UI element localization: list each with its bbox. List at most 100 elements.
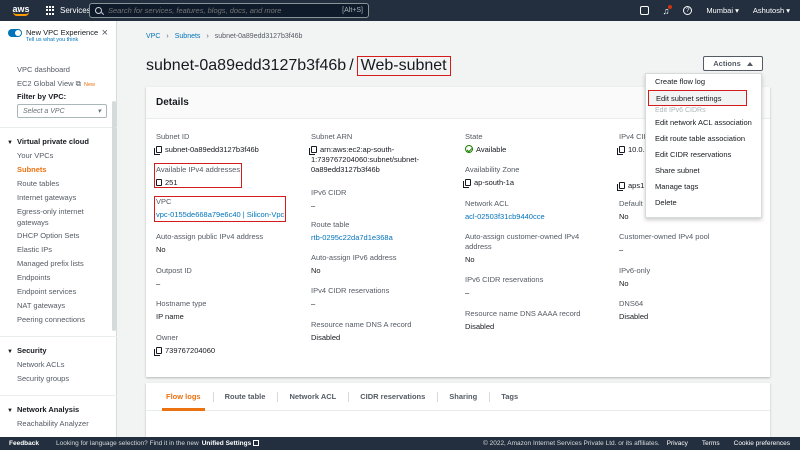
- field-value: Disabled: [311, 333, 341, 342]
- section-security[interactable]: ▼ Security: [0, 344, 117, 358]
- field-label: Resource name DNS A record: [311, 320, 412, 329]
- sidebar-item-nat-gateways[interactable]: NAT gateways: [0, 299, 117, 313]
- tab-route-table[interactable]: Route table: [212, 383, 278, 410]
- field-value: –: [619, 245, 624, 254]
- page-title-subnet-name: Web-subnet: [356, 56, 451, 76]
- breadcrumb-vpc[interactable]: VPC: [146, 33, 160, 40]
- sidebar-nav: VPC dashboard EC2 Global View ⧉ New Filte…: [0, 63, 117, 431]
- section-virtual-private-cloud[interactable]: ▼ Virtual private cloud: [0, 135, 117, 149]
- menu-item-edit-route-table-association[interactable]: Edit route table association: [646, 131, 761, 147]
- search-input[interactable]: [108, 6, 343, 15]
- copy-icon[interactable]: [154, 347, 162, 356]
- copy-icon[interactable]: [463, 179, 471, 188]
- sidebar-item-security-groups[interactable]: Security groups: [0, 372, 117, 386]
- menu-item-manage-tags[interactable]: Manage tags: [646, 179, 761, 195]
- close-icon[interactable]: ×: [102, 28, 108, 39]
- field-label: Customer-owned IPv4 pool: [619, 232, 710, 241]
- field-value: –: [311, 299, 316, 308]
- caret-down-icon: ▼: [7, 140, 13, 146]
- new-vpc-experience-toggle[interactable]: [8, 29, 22, 37]
- tab-network-acl[interactable]: Network ACL: [277, 383, 348, 410]
- copy-icon[interactable]: [617, 182, 625, 191]
- field-dns-aaaa-record: Resource name DNS AAAA record Disabled: [465, 309, 580, 332]
- vpc-experience-feedback-link[interactable]: Tell us what you think: [26, 37, 102, 43]
- network-acl-link[interactable]: acl-02503f31cb9440cce: [465, 212, 545, 222]
- vpc-filter-select[interactable]: Select a VPC ▾: [17, 104, 107, 118]
- help-icon[interactable]: ?: [683, 6, 693, 15]
- actions-button[interactable]: Actions: [703, 56, 763, 71]
- privacy-link[interactable]: Privacy: [667, 440, 688, 447]
- field-value: No: [619, 279, 629, 288]
- menu-item-edit-subnet-settings[interactable]: Edit subnet settings: [648, 90, 747, 106]
- field-owner: Owner 739767204060: [154, 333, 215, 356]
- field-value: No: [156, 245, 166, 254]
- breadcrumb-subnets[interactable]: Subnets: [175, 33, 201, 40]
- field-network-acl: Network ACL acl-02503f31cb9440cce: [465, 199, 545, 222]
- footer-links: Privacy Terms Cookie preferences: [667, 440, 790, 447]
- grid-icon: [46, 6, 55, 15]
- tab-tags[interactable]: Tags: [489, 383, 530, 410]
- sidebar-item-network-acls[interactable]: Network ACLs: [0, 358, 117, 372]
- search-box[interactable]: [Alt+S]: [89, 3, 369, 18]
- field-ipv4-cidr-reservations: IPv4 CIDR reservations –: [311, 286, 389, 309]
- sidebar-item-internet-gateways[interactable]: Internet gateways: [0, 191, 117, 205]
- sidebar-item-subnets[interactable]: Subnets: [0, 163, 117, 177]
- cloudshell-icon[interactable]: [639, 6, 649, 15]
- copyright-text: © 2022, Amazon Internet Services Private…: [483, 440, 660, 447]
- copy-icon[interactable]: [154, 146, 162, 155]
- region-selector[interactable]: Mumbai ▾: [706, 6, 739, 15]
- caret-up-icon: [746, 61, 753, 66]
- field-label: Network ACL: [465, 199, 509, 208]
- sidebar-item-elastic-ips[interactable]: Elastic IPs: [0, 243, 117, 257]
- tab-flow-logs[interactable]: Flow logs: [154, 383, 213, 411]
- tab-sharing[interactable]: Sharing: [437, 383, 489, 410]
- sidebar-item-reachability-analyzer[interactable]: Reachability Analyzer: [0, 417, 117, 431]
- route-table-link[interactable]: rtb-0295c22da7d1e368a: [311, 233, 393, 243]
- sidebar-item-dhcp-option-sets[interactable]: DHCP Option Sets: [0, 229, 117, 243]
- field-value: ap-south-1a: [463, 178, 519, 188]
- chevron-down-icon: ▾: [97, 108, 101, 115]
- notifications-icon[interactable]: ♫: [663, 4, 673, 16]
- field-value: aps1: [617, 181, 644, 191]
- sidebar-scrollbar[interactable]: [112, 101, 116, 331]
- sidebar-item-endpoints[interactable]: Endpoints: [0, 271, 117, 285]
- tab-cidr-reservations[interactable]: CIDR reservations: [348, 383, 437, 410]
- account-menu[interactable]: Ashutosh ▾: [753, 6, 790, 15]
- copy-icon[interactable]: [309, 146, 317, 155]
- field-auto-assign-ipv6: Auto-assign IPv6 address No: [311, 253, 396, 276]
- section-network-analysis[interactable]: ▼ Network Analysis: [0, 403, 117, 417]
- sidebar-item-ec2-global-view[interactable]: EC2 Global View ⧉ New: [0, 77, 117, 91]
- vpc-filter-placeholder: Select a VPC: [23, 107, 65, 115]
- cookie-preferences-link[interactable]: Cookie preferences: [734, 440, 790, 447]
- field-label: IPv6-only: [619, 266, 651, 275]
- copy-icon[interactable]: [617, 146, 625, 155]
- services-menu-button[interactable]: Services: [46, 6, 91, 15]
- sidebar-item-your-vpcs[interactable]: Your VPCs: [0, 149, 117, 163]
- sidebar-item-vpc-dashboard[interactable]: VPC dashboard: [0, 63, 117, 77]
- actions-dropdown-menu: Create flow log Edit subnet settings Edi…: [645, 73, 762, 218]
- field-value: –: [156, 279, 161, 288]
- menu-item-edit-cidr-reservations[interactable]: Edit CIDR reservations: [646, 147, 761, 163]
- vpc-experience-toggle: New VPC Experience Tell us what you thin…: [0, 21, 116, 43]
- field-value: No: [619, 212, 629, 221]
- field-dns-a-record: Resource name DNS A record Disabled: [311, 320, 411, 343]
- sidebar-item-managed-prefix-lists[interactable]: Managed prefix lists: [0, 257, 117, 271]
- sidebar-item-peering-connections[interactable]: Peering connections: [0, 313, 117, 327]
- field-ipv6-cidr-reservations: IPv6 CIDR reservations –: [465, 275, 543, 298]
- search-icon: [95, 7, 102, 14]
- unified-settings-link[interactable]: Unified Settings: [202, 440, 260, 447]
- terms-link[interactable]: Terms: [702, 440, 720, 447]
- label-line-2: address: [465, 242, 492, 251]
- check-circle-icon: [465, 145, 473, 153]
- aws-logo[interactable]: aws: [8, 5, 34, 16]
- sidebar-item-egress-only-gateways[interactable]: Egress-only internet gateways: [0, 205, 117, 229]
- sidebar-item-route-tables[interactable]: Route tables: [0, 177, 117, 191]
- feedback-link[interactable]: Feedback: [9, 440, 39, 447]
- field-label: Auto-assign IPv6 address: [311, 253, 397, 262]
- highlight-box-vpc: [154, 196, 286, 222]
- menu-item-share-subnet[interactable]: Share subnet: [646, 163, 761, 179]
- menu-item-edit-network-acl-association[interactable]: Edit network ACL association: [646, 115, 761, 131]
- menu-item-delete[interactable]: Delete: [646, 195, 761, 211]
- sidebar-item-endpoint-services[interactable]: Endpoint services: [0, 285, 117, 299]
- menu-item-create-flow-log[interactable]: Create flow log: [646, 74, 761, 90]
